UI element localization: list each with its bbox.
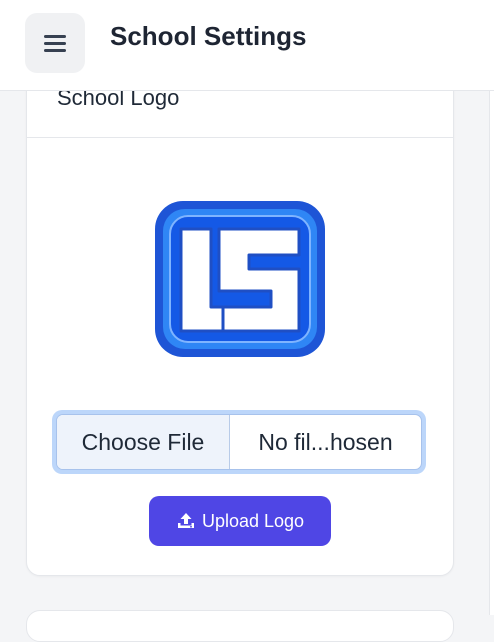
hamburger-menu-icon: [44, 34, 66, 52]
logo-file-input[interactable]: Choose File No fil...hosen: [56, 414, 422, 470]
page-title: School Settings: [110, 21, 307, 51]
upload-icon: [177, 513, 194, 528]
choose-file-button[interactable]: Choose File: [57, 415, 230, 469]
top-bar: School Settings: [0, 0, 494, 91]
side-panel-edge: [489, 90, 494, 615]
file-input-focus-ring: Choose File No fil...hosen: [52, 410, 426, 474]
menu-button[interactable]: [25, 13, 85, 73]
school-logo-card: School Logo Choose File No fil...hosen U…: [26, 60, 454, 576]
selected-file-name: No fil...hosen: [258, 428, 393, 455]
upload-logo-button[interactable]: Upload Logo: [149, 496, 331, 546]
upload-logo-label: Upload Logo: [201, 510, 305, 531]
school-logo-image: [155, 201, 325, 357]
